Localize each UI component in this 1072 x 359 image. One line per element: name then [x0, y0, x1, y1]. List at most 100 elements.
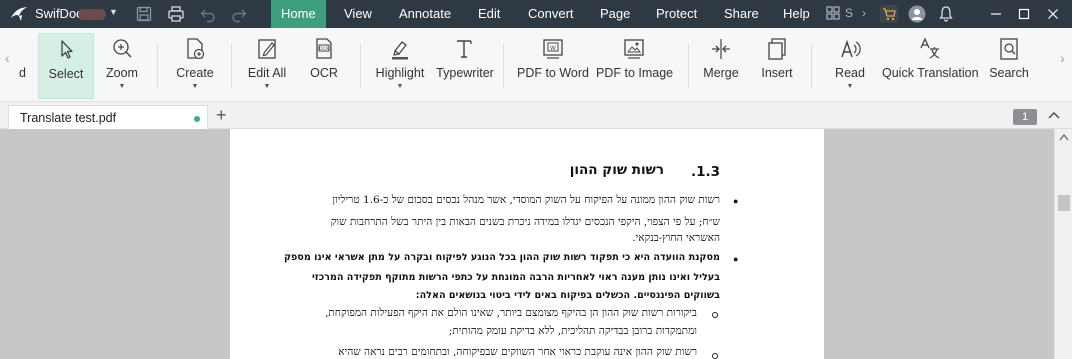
sub-bullet-icon [712, 353, 718, 359]
ribbon-scroll-right-icon[interactable]: › [1060, 50, 1065, 66]
tool-pdf-to-image[interactable]: PDF to Image [596, 33, 673, 99]
create-dropdown-icon[interactable]: ▼ [170, 83, 220, 90]
tool-typewriter[interactable]: Typewriter [435, 33, 495, 99]
add-tab-button[interactable]: + [216, 105, 227, 125]
insert-icon [768, 38, 786, 60]
maximize-icon [1018, 8, 1030, 20]
app-menu-dropdown-icon[interactable]: ▼ [109, 7, 118, 17]
ribbon-divider [360, 44, 361, 88]
paragraph-line: ומתמקדות ברובן בבדיקה תהליכית, ללא בדיקת… [448, 325, 697, 337]
menu-convert[interactable]: Convert [518, 0, 584, 28]
read-aloud-icon [841, 39, 861, 58]
vertical-scrollbar[interactable] [1054, 129, 1072, 359]
document-tab[interactable]: Translate test.pdf [8, 105, 208, 130]
ribbon-divider [503, 44, 504, 88]
ribbon-partial-label: d [19, 66, 26, 80]
tool-ocr[interactable]: OCR OCR [304, 33, 344, 99]
pdf-page[interactable]: 1.3. רשות שוק ההון ● רשות שוק ההון ממונה… [230, 129, 824, 359]
title-menu-bar: SwifDoo ▼ Home View Annotate Edit Conver… [0, 0, 1072, 28]
highlight-dropdown-icon[interactable]: ▼ [372, 83, 428, 90]
tool-create[interactable]: Create ▼ [170, 33, 220, 99]
zoom-icon [113, 39, 132, 58]
tool-merge[interactable]: Merge [701, 33, 741, 99]
redo-icon[interactable] [230, 5, 248, 23]
tool-ocr-label: OCR [310, 66, 338, 80]
ribbon-divider [811, 44, 812, 88]
tool-pdf-to-word[interactable]: W PDF to Word [516, 33, 590, 99]
document-tab-title: Translate test.pdf [20, 111, 117, 125]
menu-share[interactable]: Share [714, 0, 769, 28]
cursor-icon [61, 40, 73, 59]
paragraph-line: רשות שוק ההון אינה עוקבת כראוי אחר השווק… [338, 346, 697, 358]
menu-home[interactable]: Home [271, 0, 326, 28]
print-icon[interactable] [167, 5, 185, 23]
paragraph-line-bold: מסקנת הוועדה היא כי תפקוד רשות שוק ההון … [283, 252, 720, 263]
tool-typewriter-label: Typewriter [436, 66, 494, 80]
close-icon [1048, 9, 1058, 19]
scrollbar-thumb[interactable] [1058, 195, 1070, 211]
tool-highlight-label: Highlight [375, 66, 425, 80]
edit-icon [258, 39, 276, 59]
tab-status-dot [194, 116, 200, 122]
tool-insert[interactable]: Insert [757, 33, 797, 99]
search-hint: S [845, 6, 854, 20]
sub-bullet-icon [712, 312, 718, 318]
menu-edit[interactable]: Edit [468, 0, 510, 28]
create-doc-icon [187, 38, 205, 60]
document-viewport[interactable]: 1.3. רשות שוק ההון ● רשות שוק ההון ממונה… [0, 129, 1054, 359]
search-doc-icon [1000, 38, 1018, 60]
cart-icon[interactable] [880, 5, 898, 23]
zoom-dropdown-icon[interactable]: ▼ [99, 83, 145, 90]
user-avatar-icon[interactable] [908, 5, 926, 23]
tool-search[interactable]: Search [986, 33, 1032, 99]
ribbon-divider [688, 44, 689, 88]
tool-highlight[interactable]: Highlight ▼ [372, 33, 428, 99]
tool-create-label: Create [176, 66, 214, 80]
paragraph-line: ביקורות רשות שוק ההון הן בהיקף מצומצם בי… [325, 307, 697, 319]
scroll-up-icon[interactable] [1059, 133, 1069, 141]
tool-read[interactable]: Read ▼ [831, 33, 869, 99]
tool-insert-label: Insert [761, 66, 793, 80]
menu-annotate[interactable]: Annotate [389, 0, 461, 28]
menu-help[interactable]: Help [773, 0, 820, 28]
menu-protect[interactable]: Protect [646, 0, 707, 28]
tool-select-label: Select [48, 67, 84, 81]
tool-quick-translation-label: Quick Translation [882, 66, 979, 80]
tool-quick-translation[interactable]: Quick Translation [882, 33, 979, 99]
section-heading-number: 1.3. [690, 164, 720, 180]
minimize-icon [991, 13, 1001, 15]
close-window-button[interactable] [1040, 0, 1066, 28]
tool-select[interactable]: Select [38, 33, 94, 99]
minimize-button[interactable] [983, 0, 1009, 28]
menu-page[interactable]: Page [590, 0, 640, 28]
tool-zoom-label: Zoom [106, 66, 138, 80]
svg-text:W: W [550, 45, 556, 52]
tool-merge-label: Merge [703, 66, 739, 80]
read-dropdown-icon[interactable]: ▼ [831, 83, 869, 90]
chevron-right-icon[interactable]: › [862, 6, 866, 20]
page-number-badge: 1 [1013, 109, 1037, 125]
translate-icon [919, 37, 939, 59]
edit-all-dropdown-icon[interactable]: ▼ [242, 83, 292, 90]
tool-edit-all[interactable]: Edit All ▼ [242, 33, 292, 99]
chevron-up-icon[interactable] [1047, 108, 1061, 122]
pdf-to-image-icon [624, 39, 644, 59]
tool-edit-all-label: Edit All [247, 66, 287, 80]
maximize-button[interactable] [1011, 0, 1037, 28]
account-name-blurred[interactable] [78, 9, 106, 20]
notification-bell-icon[interactable] [937, 5, 955, 23]
tool-zoom[interactable]: Zoom ▼ [99, 33, 145, 99]
tool-search-label: Search [989, 66, 1029, 80]
paragraph-line: ש״ח; על פי הצפוי, היקפי הנכסים יגדלו במי… [330, 216, 720, 228]
menu-view[interactable]: View [334, 0, 382, 28]
ribbon-scroll-left-icon[interactable]: ‹ [5, 50, 10, 66]
typewriter-icon [457, 40, 472, 58]
tool-read-label: Read [835, 66, 865, 80]
bullet-icon: ● [733, 196, 739, 206]
bullet-icon: ● [733, 254, 739, 264]
feature-search-box[interactable]: S [826, 5, 858, 23]
grid-search-icon [826, 6, 840, 20]
app-name: SwifDoo [35, 6, 84, 21]
save-icon[interactable] [135, 5, 153, 23]
undo-icon[interactable] [199, 5, 217, 23]
